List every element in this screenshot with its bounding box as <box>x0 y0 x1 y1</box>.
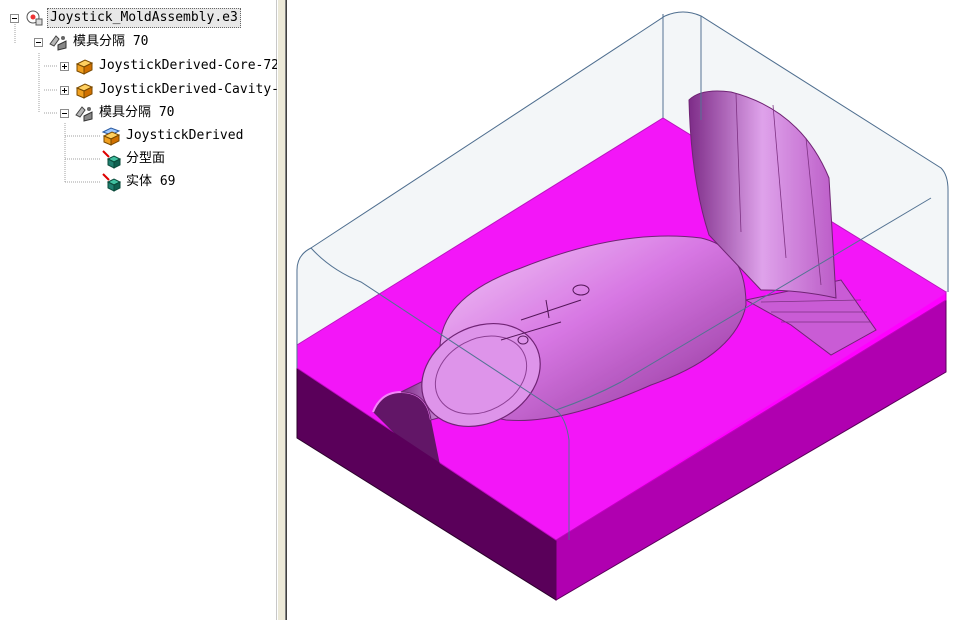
derived-part-icon <box>101 127 121 146</box>
tree-node-root[interactable]: Joystick_MoldAssembly.e3 <box>10 8 241 28</box>
surface-icon <box>102 150 122 169</box>
tree-node-solid[interactable]: 实体 69 <box>100 172 177 192</box>
tree-node-label: 实体 69 <box>126 174 176 189</box>
collapse-toggle[interactable] <box>60 108 69 118</box>
tree-node-label: JoystickDerived <box>126 128 244 143</box>
tree-node-cavity[interactable]: JoystickDerived-Cavity-70 <box>60 80 297 100</box>
part-icon <box>75 83 94 99</box>
tree-node-label: 模具分隔 70 <box>73 34 149 49</box>
mold-split-icon <box>49 35 67 51</box>
assembly-root-icon <box>26 10 43 26</box>
tree-node-parting-surface[interactable]: 分型面 <box>100 149 167 169</box>
expand-toggle[interactable] <box>60 85 69 95</box>
collapse-toggle[interactable] <box>34 37 43 47</box>
solid-icon <box>102 173 122 192</box>
tree-node-mold-split-child[interactable]: 模具分隔 70 <box>60 103 176 123</box>
tree-node-mold-split[interactable]: 模具分隔 70 <box>34 32 150 52</box>
tree-node-label: 分型面 <box>126 151 166 166</box>
tree-node-core[interactable]: JoystickDerived-Core-72 <box>60 56 281 76</box>
mold-assembly-model <box>296 11 949 601</box>
tree-node-label: Joystick_MoldAssembly.e3 <box>47 8 241 28</box>
tree-node-label: JoystickDerived-Core-72 <box>99 58 280 73</box>
feature-tree-pane[interactable]: Joystick_MoldAssembly.e3 模具分隔 70 Joystic… <box>0 0 295 620</box>
tree-connector-lines <box>14 24 100 183</box>
collapse-toggle[interactable] <box>10 13 19 23</box>
part-icon <box>75 59 94 75</box>
mold-design-app: Joystick_MoldAssembly.e3 模具分隔 70 Joystic… <box>0 0 962 620</box>
tree-node-label: JoystickDerived-Cavity-70 <box>99 82 295 97</box>
3d-viewport[interactable] <box>286 0 962 620</box>
pane-splitter[interactable] <box>277 0 286 620</box>
mold-split-icon <box>75 106 93 122</box>
tree-node-label: 模具分隔 70 <box>99 105 175 120</box>
tree-node-derived[interactable]: JoystickDerived <box>100 126 245 146</box>
expand-toggle[interactable] <box>60 61 69 71</box>
